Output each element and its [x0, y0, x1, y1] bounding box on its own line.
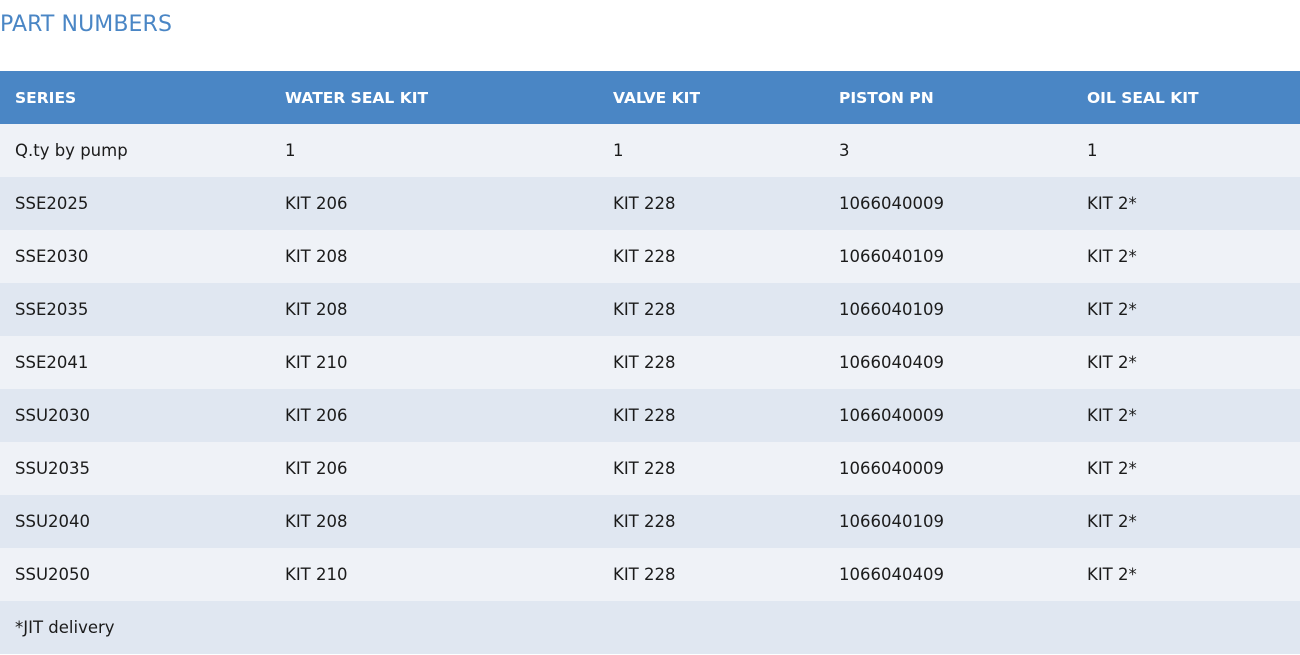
column-header-oil-seal-kit: OIL SEAL KIT: [1087, 88, 1199, 107]
table-row: SSU2035 KIT 206 KIT 228 1066040009 KIT 2…: [0, 442, 1300, 495]
cell-valve-kit: 1: [613, 141, 624, 160]
cell-oil-seal-kit: KIT 2*: [1087, 247, 1137, 266]
table-row: SSU2030 KIT 206 KIT 228 1066040009 KIT 2…: [0, 389, 1300, 442]
cell-oil-seal-kit: KIT 2*: [1087, 512, 1137, 531]
cell-series: Q.ty by pump: [15, 141, 128, 160]
cell-water-seal-kit: KIT 208: [285, 300, 348, 319]
cell-water-seal-kit: 1: [285, 141, 296, 160]
cell-series: SSU2050: [15, 565, 91, 584]
cell-oil-seal-kit: KIT 2*: [1087, 300, 1137, 319]
cell-series: SSE2035: [15, 300, 89, 319]
cell-oil-seal-kit: KIT 2*: [1087, 194, 1137, 213]
column-header-piston-pn: PISTON PN: [839, 88, 934, 107]
header-row: SERIES WATER SEAL KIT VALVE KIT PISTON P…: [0, 71, 1300, 124]
footnote-text: *JIT delivery: [0, 601, 270, 654]
table-row: SSE2035 KIT 208 KIT 228 1066040109 KIT 2…: [0, 283, 1300, 336]
cell-valve-kit: KIT 228: [613, 194, 676, 213]
table-row: SSU2050 KIT 210 KIT 228 1066040409 KIT 2…: [0, 548, 1300, 601]
cell-valve-kit: KIT 228: [613, 565, 676, 584]
cell-oil-seal-kit: KIT 2*: [1087, 353, 1137, 372]
table-header: SERIES WATER SEAL KIT VALVE KIT PISTON P…: [0, 71, 1300, 124]
table-row: Q.ty by pump 1 1 3 1: [0, 124, 1300, 177]
cell-piston-pn: 1066040409: [839, 565, 944, 584]
cell-oil-seal-kit: KIT 2*: [1087, 406, 1137, 425]
part-numbers-table: SERIES WATER SEAL KIT VALVE KIT PISTON P…: [0, 71, 1300, 654]
column-header-water-seal-kit: WATER SEAL KIT: [285, 88, 429, 107]
empty-cell: [824, 601, 1072, 654]
table-row: SSU2040 KIT 208 KIT 228 1066040109 KIT 2…: [0, 495, 1300, 548]
cell-series: SSU2040: [15, 512, 91, 531]
cell-piston-pn: 1066040009: [839, 459, 944, 478]
cell-water-seal-kit: KIT 210: [285, 353, 348, 372]
cell-water-seal-kit: KIT 206: [285, 459, 348, 478]
cell-water-seal-kit: KIT 210: [285, 565, 348, 584]
cell-series: SSE2030: [15, 247, 89, 266]
table-row: SSE2025 KIT 206 KIT 228 1066040009 KIT 2…: [0, 177, 1300, 230]
cell-piston-pn: 1066040009: [839, 406, 944, 425]
cell-water-seal-kit: KIT 206: [285, 406, 348, 425]
column-header-series: SERIES: [15, 88, 77, 107]
cell-piston-pn: 1066040109: [839, 300, 944, 319]
column-header-valve-kit: VALVE KIT: [613, 88, 701, 107]
table-row: SSE2041 KIT 210 KIT 228 1066040409 KIT 2…: [0, 336, 1300, 389]
cell-piston-pn: 3: [839, 141, 850, 160]
part-numbers-table-wrapper: SERIES WATER SEAL KIT VALVE KIT PISTON P…: [0, 71, 1300, 654]
cell-series: SSU2030: [15, 406, 91, 425]
empty-cell: [270, 601, 598, 654]
table-row: SSE2030 KIT 208 KIT 228 1066040109 KIT 2…: [0, 230, 1300, 283]
cell-piston-pn: 1066040109: [839, 247, 944, 266]
cell-oil-seal-kit: KIT 2*: [1087, 565, 1137, 584]
cell-valve-kit: KIT 228: [613, 353, 676, 372]
footnote-row: *JIT delivery: [0, 601, 1300, 654]
cell-valve-kit: KIT 228: [613, 406, 676, 425]
cell-series: SSU2035: [15, 459, 91, 478]
cell-valve-kit: KIT 228: [613, 300, 676, 319]
cell-piston-pn: 1066040009: [839, 194, 944, 213]
cell-valve-kit: KIT 228: [613, 247, 676, 266]
cell-piston-pn: 1066040409: [839, 353, 944, 372]
page-title: PART NUMBERS: [0, 12, 173, 37]
cell-water-seal-kit: KIT 208: [285, 247, 348, 266]
cell-water-seal-kit: KIT 208: [285, 512, 348, 531]
table-body: Q.ty by pump 1 1 3 1 SSE2025 KIT 206 KIT…: [0, 124, 1300, 654]
empty-cell: [598, 601, 824, 654]
empty-cell: [1072, 601, 1300, 654]
cell-series: SSE2025: [15, 194, 89, 213]
cell-valve-kit: KIT 228: [613, 512, 676, 531]
cell-series: SSE2041: [15, 353, 89, 372]
cell-valve-kit: KIT 228: [613, 459, 676, 478]
cell-piston-pn: 1066040109: [839, 512, 944, 531]
cell-oil-seal-kit: 1: [1087, 141, 1098, 160]
cell-oil-seal-kit: KIT 2*: [1087, 459, 1137, 478]
cell-water-seal-kit: KIT 206: [285, 194, 348, 213]
